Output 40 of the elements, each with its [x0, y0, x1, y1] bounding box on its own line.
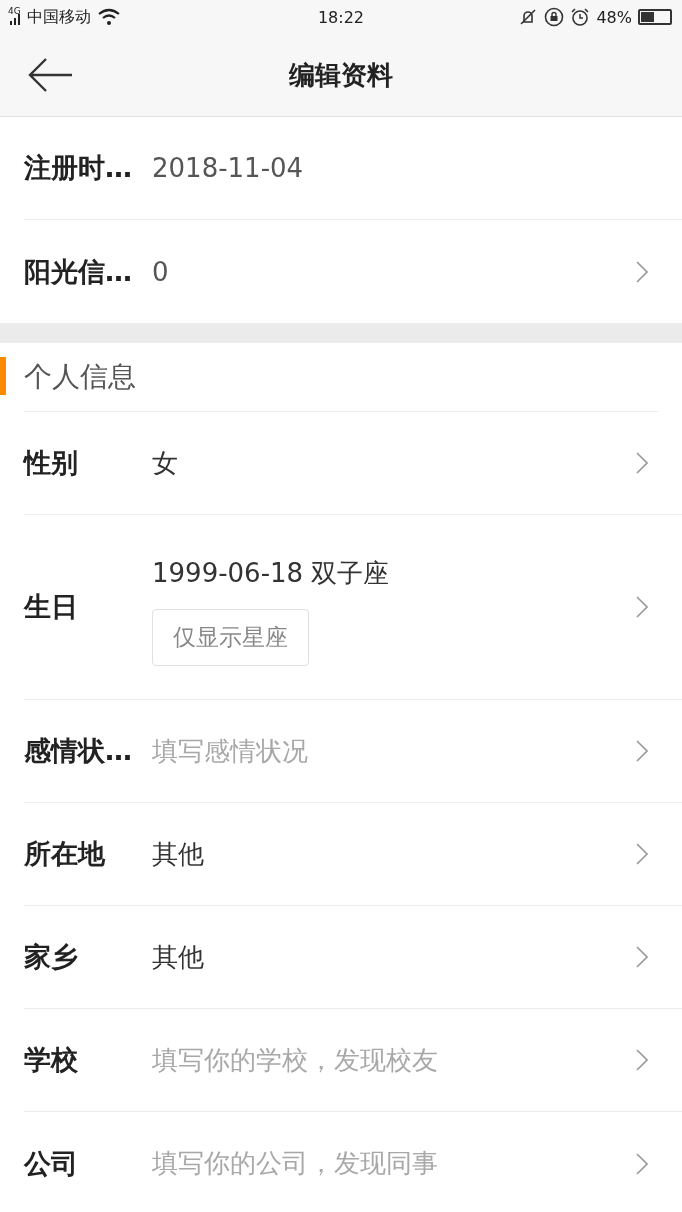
- list-row[interactable]: 阳光信… 0: [24, 220, 682, 323]
- list-row[interactable]: 学校 填写你的学校，发现校友: [24, 1009, 682, 1112]
- constellation-only-button[interactable]: 仅显示星座: [152, 609, 309, 666]
- list-row[interactable]: 感情状… 填写感情状况: [24, 700, 682, 803]
- carrier-name: 中国移动: [26, 6, 91, 28]
- row-value: 0: [152, 256, 169, 287]
- row-label: 学校: [24, 1043, 79, 1077]
- network-type: 4G: [8, 6, 21, 16]
- battery-icon: [638, 9, 672, 25]
- clock-time: 18:22: [317, 7, 365, 27]
- list-row[interactable]: 生日 1999-06-18 双子座 仅显示星座: [24, 515, 682, 700]
- row-placeholder: 填写你的学校，发现校友: [152, 1043, 438, 1077]
- row-value: 2018-11-04: [152, 153, 304, 183]
- page-title: 编辑资料: [289, 58, 393, 92]
- back-icon[interactable]: [26, 57, 74, 93]
- row-value: 女: [152, 446, 178, 480]
- section-title: 个人信息: [24, 359, 136, 395]
- row-placeholder: 填写感情状况: [152, 734, 308, 768]
- list-row[interactable]: 所在地 其他: [24, 803, 682, 906]
- row-label: 阳光信…: [24, 254, 133, 289]
- row-value: 其他: [152, 940, 204, 974]
- list-row[interactable]: 家乡 其他: [24, 906, 682, 1009]
- row-label: 生日: [24, 590, 79, 624]
- row-value: 1999-06-18 双子座: [152, 557, 390, 590]
- row-label: 家乡: [24, 940, 79, 974]
- row-label: 公司: [24, 1146, 79, 1181]
- wifi-icon: [96, 8, 121, 26]
- row-label: 所在地: [24, 837, 106, 871]
- row-placeholder: 填写你的公司，发现同事: [152, 1147, 438, 1180]
- battery-percent: 48%: [596, 7, 632, 27]
- row-value: 其他: [152, 837, 204, 871]
- row-label: 注册时…: [24, 151, 133, 185]
- list-row[interactable]: 公司 填写你的公司，发现同事: [24, 1112, 682, 1212]
- list-row[interactable]: 性别 女: [24, 412, 682, 515]
- row-label: 感情状…: [24, 734, 133, 768]
- section-accent: [0, 357, 6, 395]
- alarm-icon: [570, 7, 591, 27]
- mute-icon: [518, 7, 539, 27]
- row-label: 性别: [24, 446, 79, 480]
- rotation-lock-icon: [544, 7, 565, 27]
